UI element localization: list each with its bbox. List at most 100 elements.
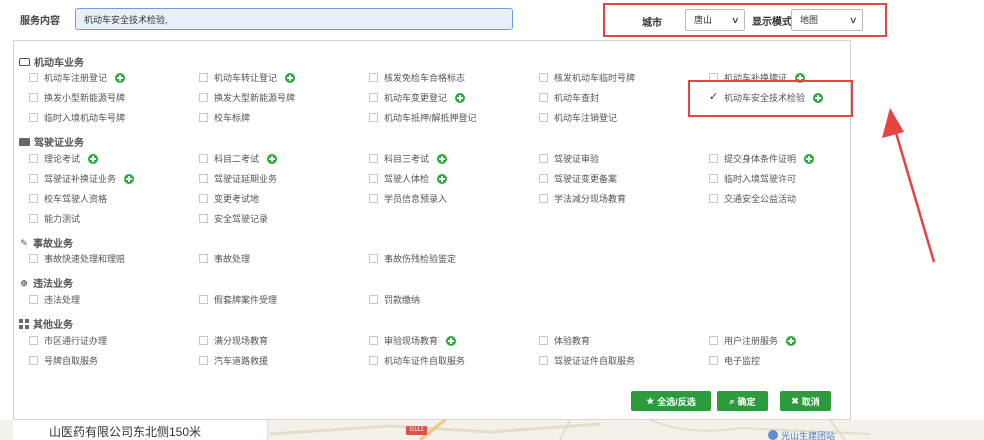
service-checkbox[interactable]	[199, 194, 208, 203]
map-view[interactable]: 山医药有限公司东北侧150米 G112 光山生建团站	[0, 420, 984, 440]
confirm-button[interactable]: ⌕ 确定	[717, 391, 768, 411]
service-item[interactable]: 驾驶证审验	[539, 152, 599, 165]
service-checkbox[interactable]	[369, 295, 378, 304]
service-item[interactable]: 临时入境机动车号牌	[29, 111, 125, 124]
service-checkbox[interactable]	[29, 194, 38, 203]
service-item[interactable]: 电子监控	[709, 354, 760, 367]
service-checkbox[interactable]	[539, 154, 548, 163]
plus-circle-icon[interactable]	[285, 72, 296, 83]
service-checkbox[interactable]	[199, 93, 208, 102]
service-item[interactable]: 机动车抵押/解抵押登记	[369, 111, 477, 124]
service-checkbox[interactable]	[709, 154, 718, 163]
service-item[interactable]: 科目二考试	[199, 152, 278, 165]
service-checkbox[interactable]	[29, 154, 38, 163]
service-checkbox[interactable]	[29, 174, 38, 183]
plus-circle-icon[interactable]	[437, 153, 448, 164]
service-item[interactable]: 体验教育	[539, 334, 590, 347]
service-item[interactable]: 假套牌案件受理	[199, 293, 277, 306]
service-item[interactable]: 学法减分现场教育	[539, 192, 626, 205]
service-checkbox[interactable]	[29, 295, 38, 304]
service-item[interactable]: 机动车注销登记	[539, 111, 617, 124]
service-checkbox[interactable]	[709, 174, 718, 183]
service-item[interactable]: 理论考试	[29, 152, 99, 165]
service-checkbox[interactable]	[29, 73, 38, 82]
service-item[interactable]: 机动车转让登记	[199, 71, 296, 84]
service-item[interactable]: 用户注册服务	[709, 334, 797, 347]
service-checkbox[interactable]	[369, 154, 378, 163]
service-checkbox[interactable]	[709, 194, 718, 203]
service-item[interactable]: 驾驶证补换证业务	[29, 172, 135, 185]
service-checkbox[interactable]	[369, 174, 378, 183]
service-checkbox[interactable]	[369, 254, 378, 263]
service-checkbox[interactable]	[539, 336, 548, 345]
service-item[interactable]: 市区通行证办理	[29, 334, 107, 347]
service-item[interactable]: 审验现场教育	[369, 334, 457, 347]
service-checkbox[interactable]	[199, 154, 208, 163]
service-item[interactable]: 换发大型新能源号牌	[199, 91, 295, 104]
service-item[interactable]: 临时入境驾驶许可	[709, 172, 796, 185]
city-select[interactable]: 唐山 ∨	[685, 9, 745, 31]
service-item[interactable]: 事故快速处理和理赔	[29, 252, 125, 265]
service-item[interactable]: 事故处理	[199, 252, 250, 265]
service-item[interactable]: 机动车证件自取服务	[369, 354, 465, 367]
service-item[interactable]: 汽车道路救援	[199, 354, 268, 367]
service-checkbox[interactable]	[29, 336, 38, 345]
service-checkbox[interactable]	[29, 113, 38, 122]
service-item[interactable]: 校车标牌	[199, 111, 250, 124]
plus-circle-icon[interactable]	[267, 153, 278, 164]
service-checkbox[interactable]	[199, 336, 208, 345]
plus-circle-icon[interactable]	[124, 173, 135, 184]
service-item[interactable]: 罚款缴纳	[369, 293, 420, 306]
service-item[interactable]: 事故伤残检验鉴定	[369, 252, 456, 265]
service-item[interactable]: 满分现场教育	[199, 334, 268, 347]
service-checkbox[interactable]	[199, 214, 208, 223]
service-checkbox[interactable]	[29, 214, 38, 223]
service-checkbox[interactable]	[369, 336, 378, 345]
plus-circle-icon[interactable]	[88, 153, 99, 164]
service-item[interactable]: 违法处理	[29, 293, 80, 306]
plus-circle-icon[interactable]	[786, 335, 797, 346]
service-checkbox[interactable]	[369, 194, 378, 203]
service-checkbox[interactable]	[29, 356, 38, 365]
service-checkbox[interactable]	[199, 356, 208, 365]
service-item[interactable]: 学员信息预录入	[369, 192, 447, 205]
service-item[interactable]: 能力测试	[29, 212, 80, 225]
service-checkbox[interactable]	[369, 93, 378, 102]
plus-circle-icon[interactable]	[115, 72, 126, 83]
service-item[interactable]: 校车驾驶人资格	[29, 192, 107, 205]
service-item[interactable]: 安全驾驶记录	[199, 212, 268, 225]
cancel-button[interactable]: ✖ 取消	[780, 391, 831, 411]
service-checkbox[interactable]	[539, 194, 548, 203]
service-item[interactable]: 号牌自取服务	[29, 354, 98, 367]
service-item[interactable]: 核发免检车合格标志	[369, 71, 465, 84]
service-item[interactable]: 核发机动车临时号牌	[539, 71, 635, 84]
service-checkbox[interactable]	[199, 254, 208, 263]
service-checkbox[interactable]	[539, 356, 548, 365]
service-checkbox[interactable]	[29, 93, 38, 102]
service-checkbox[interactable]	[199, 174, 208, 183]
display-mode-select[interactable]: 地图 ∨	[791, 9, 863, 31]
select-all-button[interactable]: ★ 全选/反选	[631, 391, 711, 411]
service-item[interactable]: 机动车变更登记	[369, 91, 466, 104]
service-item[interactable]: 驾驶人体检	[369, 172, 448, 185]
service-checkbox[interactable]	[539, 93, 548, 102]
service-checkbox[interactable]	[369, 73, 378, 82]
service-checkbox[interactable]	[539, 113, 548, 122]
service-item[interactable]: 交通安全公益活动	[709, 192, 796, 205]
service-item[interactable]: 机动车查封	[539, 91, 599, 104]
service-item[interactable]: 驾驶证证件自取服务	[539, 354, 635, 367]
service-checkbox[interactable]	[369, 356, 378, 365]
service-item[interactable]: 换发小型新能源号牌	[29, 91, 125, 104]
service-item[interactable]: 机动车注册登记	[29, 71, 126, 84]
service-item[interactable]: 驾驶证延期业务	[199, 172, 277, 185]
service-item[interactable]: 驾驶证变更备案	[539, 172, 617, 185]
plus-circle-icon[interactable]	[455, 92, 466, 103]
service-item[interactable]: 提交身体条件证明	[709, 152, 815, 165]
plus-circle-icon[interactable]	[437, 173, 448, 184]
service-checkbox[interactable]	[539, 174, 548, 183]
service-checkbox[interactable]	[199, 113, 208, 122]
service-item[interactable]: 科目三考试	[369, 152, 448, 165]
service-content-input[interactable]	[75, 8, 513, 30]
plus-circle-icon[interactable]	[804, 153, 815, 164]
service-item[interactable]: 变更考试地	[199, 192, 259, 205]
